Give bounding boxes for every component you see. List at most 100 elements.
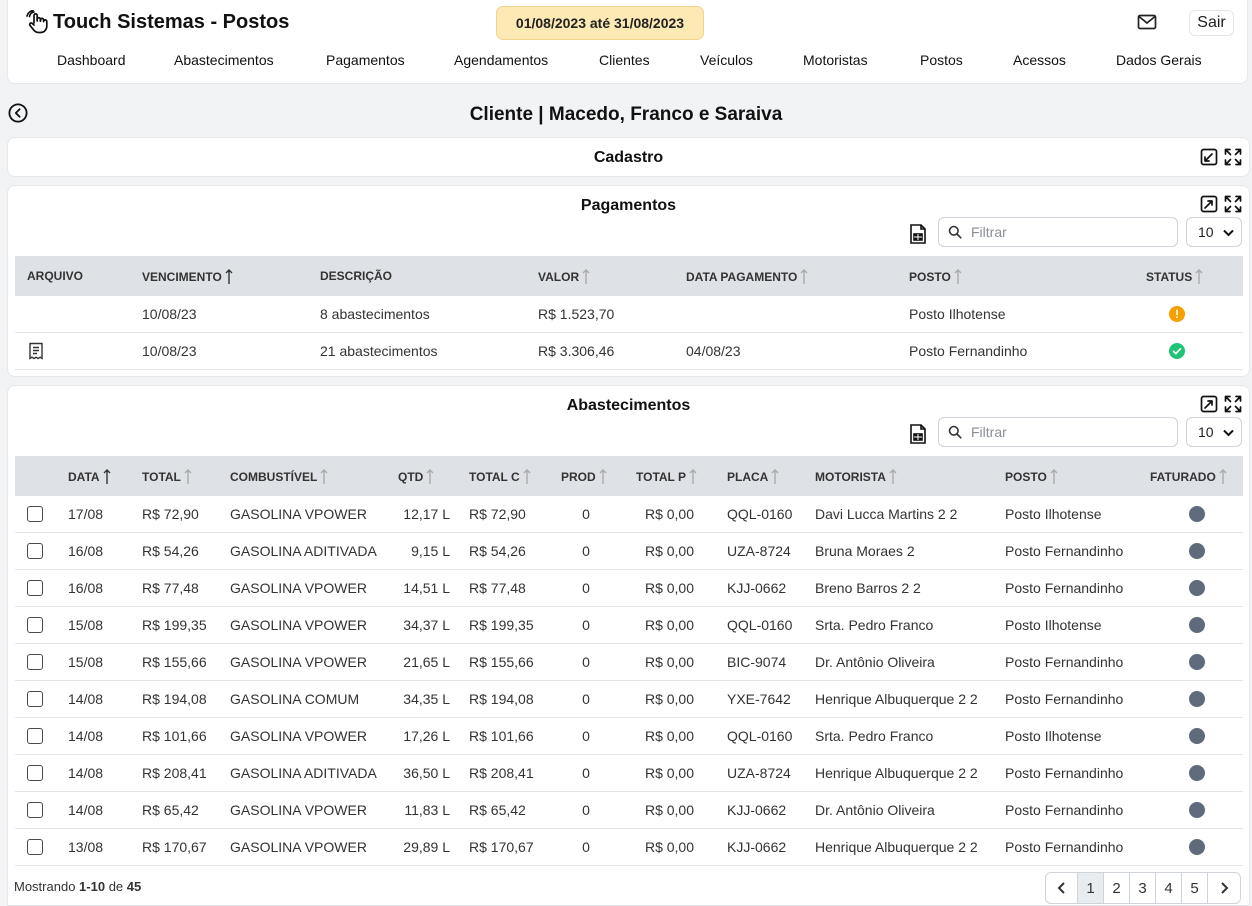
prev-page-button[interactable] bbox=[1046, 873, 1078, 903]
table-row[interactable]: 14/08 R$ 194,08 GASOLINA COMUM 34,35 L R$ 19… bbox=[15, 681, 1243, 718]
col-total[interactable]: TOTAL bbox=[142, 469, 192, 485]
cell-qtd: 11,83 L bbox=[404, 802, 450, 818]
abastecimentos-filter[interactable] bbox=[938, 417, 1178, 447]
col-placa[interactable]: PLACA bbox=[727, 469, 779, 485]
row-checkbox[interactable] bbox=[27, 765, 43, 781]
row-checkbox[interactable] bbox=[27, 691, 43, 707]
nav-pagamentos[interactable]: Pagamentos bbox=[326, 52, 405, 68]
sort-arrow-icon bbox=[225, 269, 233, 284]
table-row[interactable]: 14/08 R$ 65,42 GASOLINA VPOWER 11,83 L R$ 65… bbox=[15, 792, 1243, 829]
collapse-panel-icon[interactable] bbox=[1200, 395, 1218, 413]
cell-motorista: Henrique Albuquerque 2 2 bbox=[815, 839, 978, 855]
cell-total-p: R$ 0,00 bbox=[644, 839, 694, 855]
nav-veiculos[interactable]: Veículos bbox=[700, 52, 753, 68]
cell-total: R$ 101,66 bbox=[142, 728, 207, 744]
row-checkbox[interactable] bbox=[27, 617, 43, 633]
nav-dados-gerais[interactable]: Dados Gerais bbox=[1116, 52, 1202, 68]
page-5-button[interactable]: 5 bbox=[1182, 873, 1208, 903]
cell-qtd: 36,50 L bbox=[403, 765, 450, 781]
pagamentos-page-size-select[interactable]: 10 bbox=[1186, 217, 1242, 247]
col-total-c[interactable]: TOTAL C bbox=[469, 469, 531, 485]
col-data-pagamento[interactable]: DATA PAGAMENTO bbox=[686, 269, 808, 285]
col-motorista[interactable]: MOTORISTA bbox=[815, 469, 897, 485]
cell-total-p: R$ 0,00 bbox=[644, 691, 694, 707]
cell-total: R$ 208,41 bbox=[142, 765, 207, 781]
cell-placa: BIC-9074 bbox=[727, 654, 787, 670]
nav-acessos[interactable]: Acessos bbox=[1013, 52, 1066, 68]
col-status[interactable]: STATUS bbox=[1146, 269, 1203, 285]
export-spreadsheet-icon[interactable] bbox=[908, 423, 928, 445]
table-row[interactable]: 16/08 R$ 54,26 GASOLINA ADITIVADA 9,15 L R$ … bbox=[15, 533, 1243, 570]
row-checkbox[interactable] bbox=[27, 543, 43, 559]
cell-total: R$ 65,42 bbox=[142, 802, 199, 818]
row-checkbox[interactable] bbox=[27, 506, 43, 522]
col-vencimento[interactable]: VENCIMENTO bbox=[142, 269, 233, 285]
chevron-down-icon bbox=[1223, 229, 1234, 237]
page-4-button[interactable]: 4 bbox=[1156, 873, 1182, 903]
col-data[interactable]: DATA bbox=[68, 469, 111, 485]
col-prod[interactable]: PROD bbox=[561, 469, 607, 485]
col-qtd[interactable]: QTD bbox=[398, 469, 434, 485]
cell-vencimento: 10/08/23 bbox=[142, 343, 197, 359]
cell-posto: Posto Fernandinho bbox=[1005, 839, 1124, 855]
table-row[interactable]: 10/08/23 21 abastecimentos R$ 3.306,46 0… bbox=[15, 333, 1243, 370]
logout-button[interactable]: Sair bbox=[1189, 10, 1234, 36]
nav-abastecimentos[interactable]: Abastecimentos bbox=[174, 52, 274, 68]
nav-agendamentos[interactable]: Agendamentos bbox=[454, 52, 548, 68]
warning-status-icon bbox=[1169, 306, 1185, 322]
cell-posto: Posto Ilhotense bbox=[1005, 506, 1102, 522]
table-row[interactable]: 14/08 R$ 208,41 GASOLINA ADITIVADA 36,50 L R… bbox=[15, 755, 1243, 792]
col-faturado[interactable]: FATURADO bbox=[1150, 469, 1227, 485]
cell-combustivel: GASOLINA ADITIVADA bbox=[230, 765, 377, 781]
page-2-button[interactable]: 2 bbox=[1104, 873, 1130, 903]
cell-valor: R$ 1.523,70 bbox=[538, 306, 615, 322]
fullscreen-icon[interactable] bbox=[1224, 395, 1242, 413]
mail-icon[interactable] bbox=[1136, 12, 1158, 32]
cell-total-p: R$ 0,00 bbox=[644, 765, 694, 781]
next-page-button[interactable] bbox=[1208, 873, 1240, 903]
app-logo[interactable]: Touch Sistemas - Postos bbox=[25, 10, 289, 34]
row-checkbox[interactable] bbox=[27, 580, 43, 596]
fullscreen-icon[interactable] bbox=[1224, 195, 1242, 213]
col-valor[interactable]: VALOR bbox=[538, 269, 590, 285]
cell-total-p: R$ 0,00 bbox=[644, 543, 694, 559]
nav-motoristas[interactable]: Motoristas bbox=[803, 52, 868, 68]
col-posto[interactable]: POSTO bbox=[1005, 469, 1058, 485]
abastecimentos-title[interactable]: Abastecimentos bbox=[8, 397, 1249, 415]
row-checkbox[interactable] bbox=[27, 654, 43, 670]
expand-panel-icon[interactable] bbox=[1200, 148, 1218, 166]
cell-qtd: 9,15 L bbox=[411, 543, 450, 559]
pagamentos-title[interactable]: Pagamentos bbox=[8, 197, 1249, 215]
nav-clientes[interactable]: Clientes bbox=[599, 52, 650, 68]
table-row[interactable]: 10/08/23 8 abastecimentos R$ 1.523,70 Po… bbox=[15, 296, 1243, 333]
cell-posto: Posto Fernandinho bbox=[1005, 802, 1124, 818]
cadastro-title[interactable]: Cadastro bbox=[8, 149, 1249, 167]
page-title: Cliente | Macedo, Franco e Saraiva bbox=[469, 104, 783, 125]
table-row[interactable]: 13/08 R$ 170,67 GASOLINA VPOWER 29,89 L R$ 1… bbox=[15, 829, 1243, 866]
table-row[interactable]: 16/08 R$ 77,48 GASOLINA VPOWER 14,51 L R$ 77… bbox=[15, 570, 1243, 607]
fullscreen-icon[interactable] bbox=[1224, 148, 1242, 166]
pagamentos-filter-input[interactable] bbox=[971, 222, 1171, 242]
export-spreadsheet-icon[interactable] bbox=[908, 223, 928, 245]
abastecimentos-page-size-select[interactable]: 10 bbox=[1186, 417, 1242, 447]
row-checkbox[interactable] bbox=[27, 839, 43, 855]
receipt-icon[interactable] bbox=[28, 342, 44, 360]
col-combustivel[interactable]: COMBUSTÍVEL bbox=[230, 469, 328, 485]
row-checkbox[interactable] bbox=[27, 728, 43, 744]
collapse-panel-icon[interactable] bbox=[1200, 195, 1218, 213]
row-checkbox[interactable] bbox=[27, 802, 43, 818]
cell-total-p: R$ 0,00 bbox=[644, 617, 694, 633]
table-row[interactable]: 15/08 R$ 155,66 GASOLINA VPOWER 21,65 L R$ 1… bbox=[15, 644, 1243, 681]
abastecimentos-filter-input[interactable] bbox=[971, 422, 1171, 442]
col-total-p[interactable]: TOTAL P bbox=[636, 469, 697, 485]
period-selector[interactable]: 01/08/2023 até 31/08/2023 bbox=[496, 6, 704, 40]
table-row[interactable]: 17/08 R$ 72,90 GASOLINA VPOWER 12,17 L R$ 72… bbox=[15, 496, 1243, 533]
page-1-button[interactable]: 1 bbox=[1078, 873, 1104, 903]
page-3-button[interactable]: 3 bbox=[1130, 873, 1156, 903]
nav-dashboard[interactable]: Dashboard bbox=[57, 52, 126, 68]
nav-postos[interactable]: Postos bbox=[920, 52, 963, 68]
col-posto[interactable]: POSTO bbox=[909, 269, 962, 285]
table-row[interactable]: 14/08 R$ 101,66 GASOLINA VPOWER 17,26 L R$ 1… bbox=[15, 718, 1243, 755]
table-row[interactable]: 15/08 R$ 199,35 GASOLINA VPOWER 34,37 L R$ 1… bbox=[15, 607, 1243, 644]
pagamentos-filter[interactable] bbox=[938, 217, 1178, 247]
